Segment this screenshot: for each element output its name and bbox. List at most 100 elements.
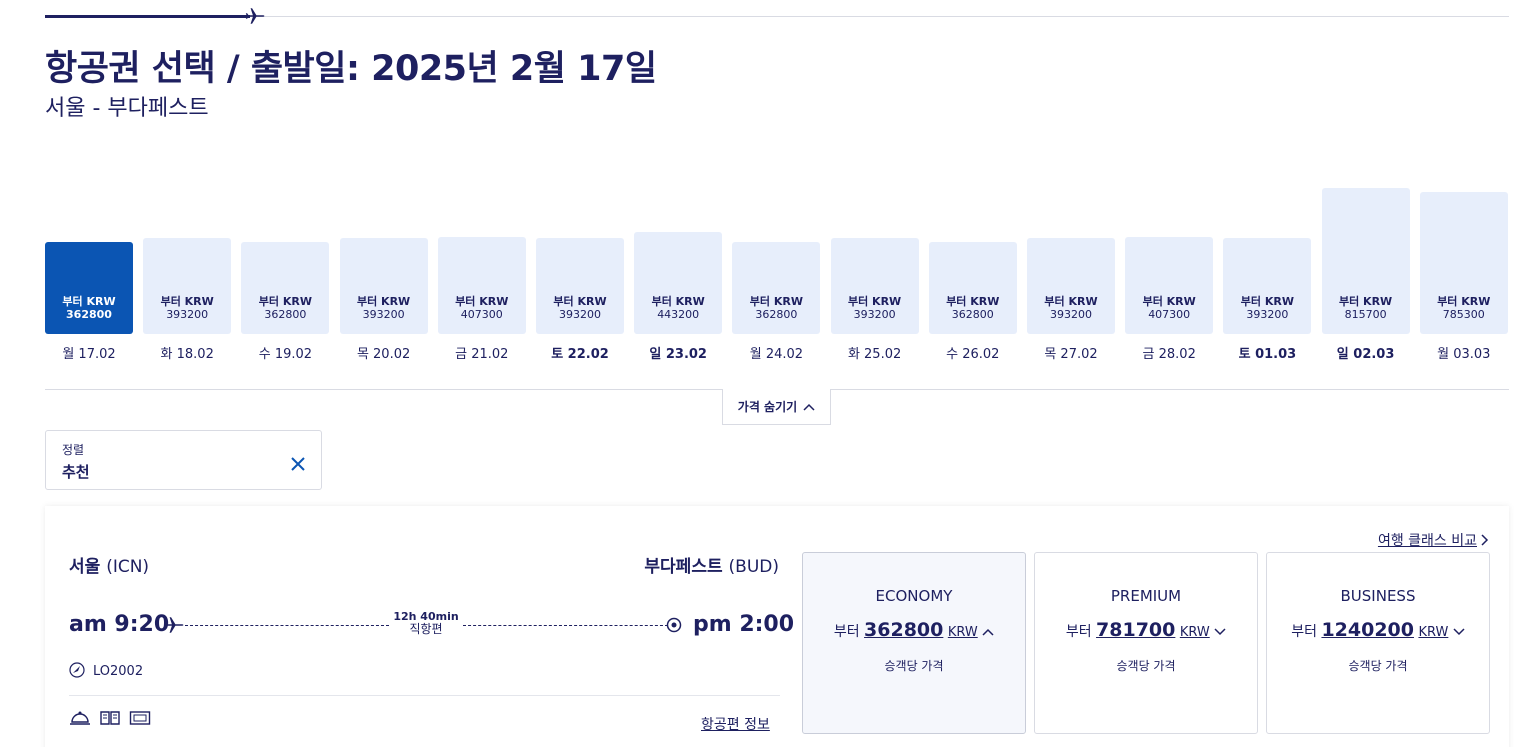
price-bar-column: 부터 KRW 393200 토 22.02 [536, 180, 624, 370]
fare-class-economy[interactable]: ECONOMY 부터 362800 KRW 승객당 가격 [802, 552, 1026, 734]
hide-prices-button[interactable]: 가격 숨기기 [722, 389, 831, 425]
price-bar-date[interactable]: 수 19.02 [241, 343, 329, 362]
price-bar[interactable]: 부터 KRW 362800 [45, 242, 133, 334]
price-bar-date[interactable]: 금 28.02 [1125, 343, 1213, 362]
fare-class-name: ECONOMY [875, 587, 953, 605]
price-bar[interactable]: 부터 KRW 407300 [1125, 236, 1214, 334]
price-bar-date[interactable]: 화 25.02 [831, 343, 919, 362]
price-bar-label: 부터 KRW 407300 [438, 295, 526, 321]
compare-classes-link[interactable]: 여행 클래스 비교 [1378, 530, 1489, 550]
flight-card: 서울 (ICN) 부다페스트 (BUD) am 9:20 12h 40min 직… [45, 506, 1509, 747]
price-bar[interactable]: 부터 KRW 393200 [536, 238, 624, 334]
price-value: 407300 [1148, 308, 1191, 321]
price-bar-date[interactable]: 화 18.02 [143, 343, 231, 362]
price-value: 393200 [1050, 308, 1092, 322]
fare-class-business[interactable]: BUSINESS 부터 1240200 KRW 승객당 가격 [1266, 552, 1490, 734]
price-bar-label: 부터 KRW 362800 [241, 295, 329, 321]
price-bar[interactable]: 부터 KRW 393200 [143, 238, 232, 334]
sort-label: 정렬 [62, 443, 85, 457]
price-prefix: 부터 KRW [1044, 295, 1098, 309]
price-bar[interactable]: 부터 KRW 407300 [437, 236, 526, 334]
price-bar[interactable]: 부터 KRW 443200 [634, 232, 723, 334]
price-bar-label: 부터 KRW 362800 [732, 295, 820, 321]
destination-marker-icon [666, 617, 682, 633]
airplane-icon [164, 617, 184, 633]
chevron-up-icon [982, 628, 994, 636]
price-value: 362800 [951, 308, 994, 321]
price-bar-column: 부터 KRW 815700 일 02.03 [1321, 180, 1410, 370]
price-value: 393200 [166, 308, 209, 322]
fare-class-premium[interactable]: PREMIUM 부터 781700 KRW 승객당 가격 [1034, 552, 1258, 734]
flight-info-link[interactable]: 항공편 정보 [701, 714, 770, 734]
price-bar[interactable]: 부터 KRW 362800 [241, 242, 330, 334]
price-prefix: 부터 KRW [847, 295, 902, 309]
price-bar-column: 부터 KRW 393200 목 20.02 [339, 180, 428, 370]
fare-class-name: BUSINESS [1340, 587, 1416, 605]
close-icon[interactable] [289, 455, 307, 473]
price-bar-date[interactable]: 일 02.03 [1322, 343, 1410, 362]
price-bar-label: 부터 KRW 362800 [929, 295, 1017, 321]
flight-number: LO2002 [93, 664, 144, 679]
price-bar-date[interactable]: 토 01.03 [1223, 343, 1311, 362]
price-value: 393200 [1246, 308, 1289, 322]
destination-code: (BUD) [728, 557, 779, 577]
price-bar-date[interactable]: 토 22.02 [536, 343, 624, 362]
price-bar-column: 부터 KRW 362800 수 26.02 [928, 180, 1017, 370]
price-value: 785300 [1442, 307, 1485, 321]
price-bar-column: 부터 KRW 393200 화 18.02 [143, 180, 232, 370]
progress-bar [45, 15, 250, 18]
price-bar-date[interactable]: 월 03.03 [1420, 343, 1508, 362]
fare-price: 부터 781700 KRW [1035, 619, 1257, 641]
entertainment-screen-icon [129, 711, 151, 725]
fare-currency: KRW [1418, 625, 1449, 640]
price-bar-label: 부터 KRW 393200 [831, 295, 919, 321]
price-bar-date[interactable]: 일 23.02 [634, 343, 722, 362]
compare-classes-label: 여행 클래스 비교 [1377, 533, 1477, 549]
price-value: 362800 [66, 308, 112, 321]
price-bar-label: 부터 KRW 393200 [1223, 295, 1311, 321]
price-value: 815700 [1344, 308, 1387, 321]
price-prefix: 부터 KRW [356, 295, 411, 309]
price-prefix: 부터 KRW [1338, 295, 1393, 308]
fare-amount: 781700 [1096, 619, 1176, 641]
price-bar[interactable]: 부터 KRW 815700 [1321, 188, 1410, 334]
sort-select[interactable]: 정렬 추천 [45, 430, 322, 490]
price-bar[interactable]: 부터 KRW 362800 [732, 242, 821, 334]
price-bar[interactable]: 부터 KRW 393200 [339, 238, 428, 334]
chevron-right-icon [1481, 534, 1489, 546]
price-bar[interactable]: 부터 KRW 393200 [1027, 238, 1115, 334]
price-bar-label: 부터 KRW 443200 [634, 295, 722, 321]
flight-duration: 12h 40min 직항편 [389, 611, 463, 636]
price-bar-date[interactable]: 금 21.02 [438, 343, 526, 362]
route-subtitle: 서울 - 부다페스트 [45, 96, 209, 121]
fare-amount: 362800 [864, 619, 944, 641]
price-prefix: 부터 KRW [1142, 295, 1196, 308]
price-value: 362800 [264, 308, 307, 321]
price-value: 393200 [559, 308, 601, 322]
price-bar-date[interactable]: 월 24.02 [732, 343, 820, 362]
destination-airport: 부다페스트 (BUD) [644, 552, 779, 577]
price-bar-column: 부터 KRW 362800 수 19.02 [241, 180, 330, 370]
price-bar-date[interactable]: 월 17.02 [45, 343, 133, 362]
departure-time: am 9:20 [69, 612, 170, 637]
price-bar-label: 부터 KRW 393200 [340, 295, 428, 321]
price-bar[interactable]: 부터 KRW 785300 [1419, 191, 1508, 334]
origin-code: (ICN) [106, 557, 150, 577]
price-bar-date[interactable]: 목 20.02 [340, 343, 428, 362]
price-prefix: 부터 KRW [946, 295, 1000, 308]
price-value: 393200 [362, 308, 405, 322]
price-bar[interactable]: 부터 KRW 393200 [830, 238, 919, 334]
fare-price: 부터 1240200 KRW [1267, 619, 1489, 641]
price-bar-label: 부터 KRW 393200 [536, 295, 624, 321]
price-prefix: 부터 KRW [553, 295, 607, 309]
fare-currency: KRW [947, 625, 978, 640]
price-bar-date[interactable]: 수 26.02 [929, 343, 1017, 362]
price-bar[interactable]: 부터 KRW 393200 [1223, 238, 1312, 334]
price-bar-label: 부터 KRW 362800 [45, 295, 133, 321]
fare-amount: 1240200 [1321, 619, 1414, 641]
price-value: 393200 [853, 308, 896, 322]
price-bar-column: 부터 KRW 393200 화 25.02 [830, 180, 919, 370]
price-bar-date[interactable]: 목 27.02 [1027, 343, 1115, 362]
price-value: 407300 [460, 308, 503, 321]
price-bar[interactable]: 부터 KRW 362800 [928, 242, 1017, 334]
